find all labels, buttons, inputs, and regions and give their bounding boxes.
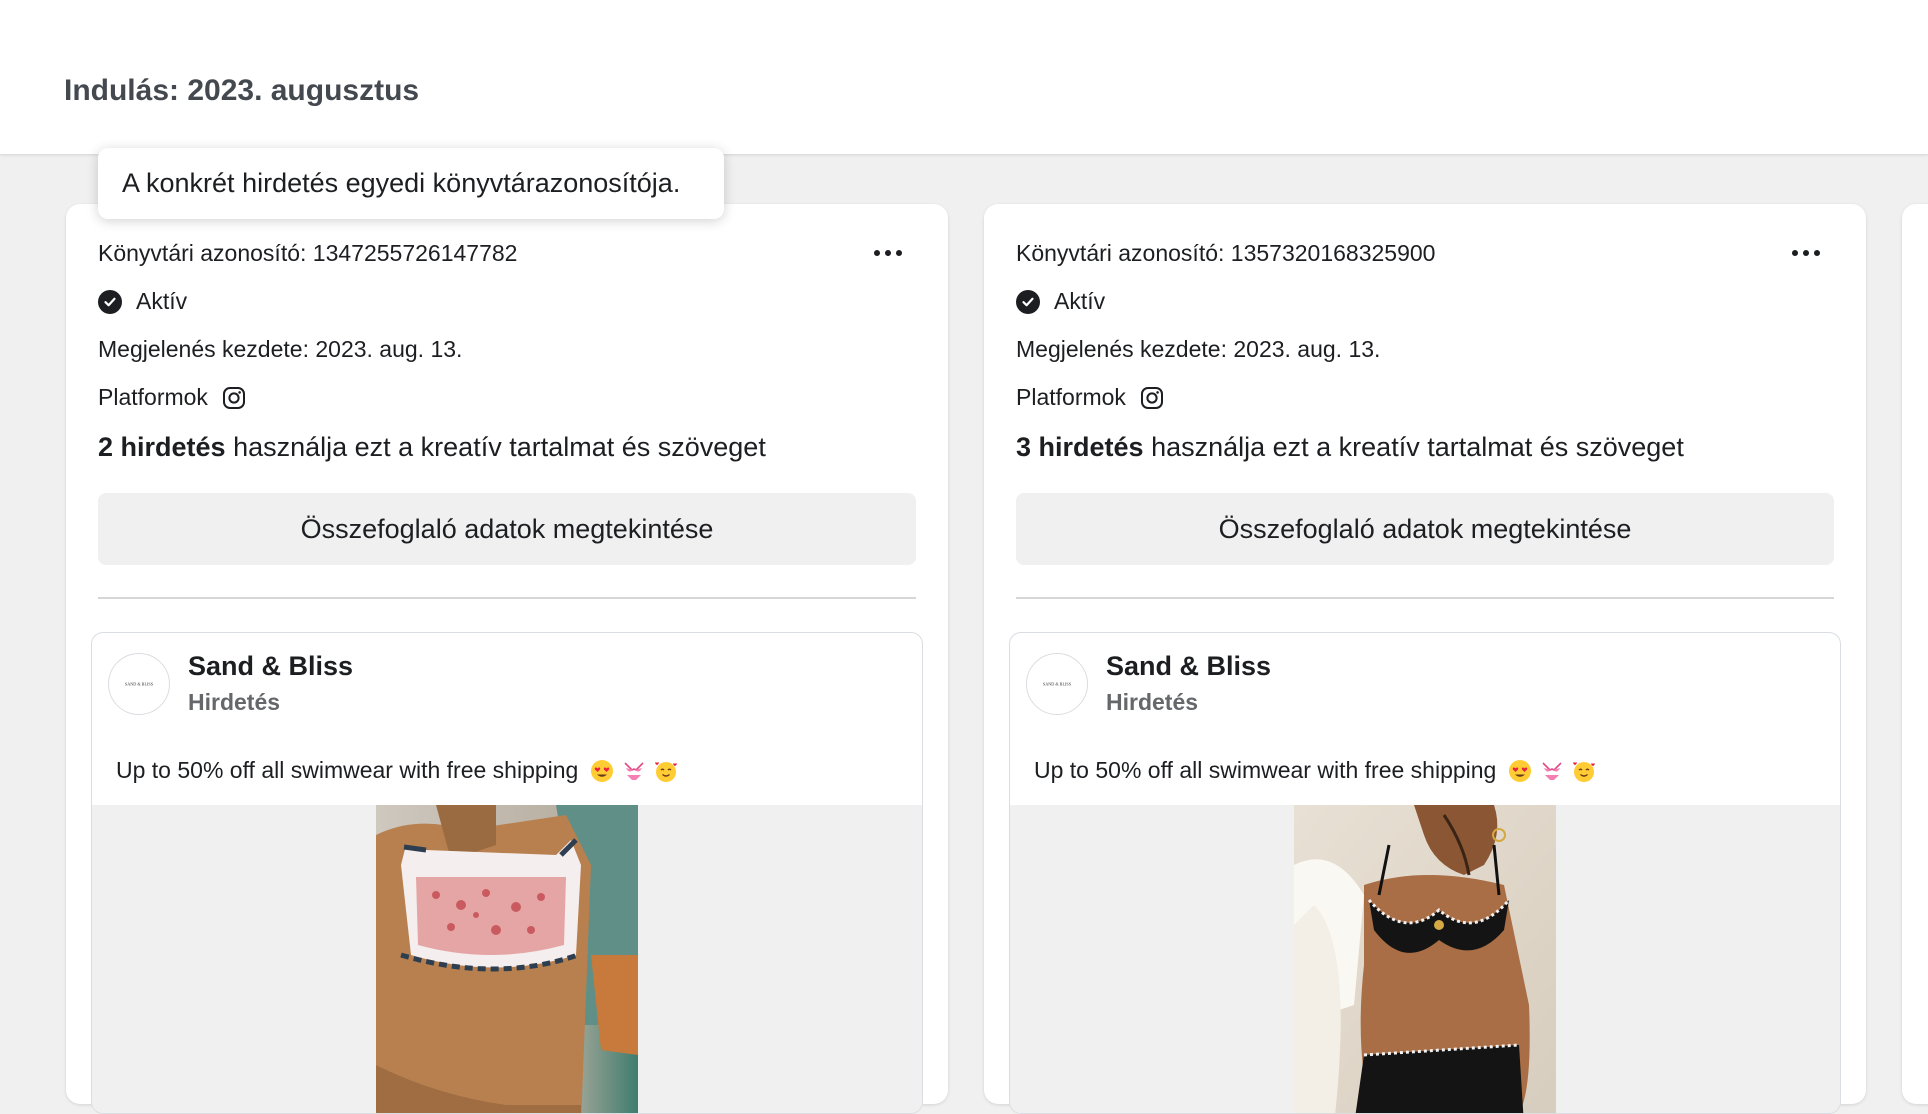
usage-rest: használja ezt a kreatív tartalmat és szö… — [225, 432, 766, 462]
tooltip-text: A konkrét hirdetés egyedi könyvtárazonos… — [122, 168, 681, 198]
more-options-icon[interactable] — [874, 250, 902, 256]
instagram-icon — [1140, 386, 1164, 410]
status-label: Aktív — [1054, 288, 1106, 314]
heart-eyes-emoji — [591, 759, 614, 782]
ad-preview: SAND & BLISS Sand & Bliss Hirdetés Up to… — [91, 632, 923, 1114]
platforms-label: Platformok — [1016, 384, 1126, 410]
creative-usage-text: 3 hirdetés használja ezt a kreatív tarta… — [1016, 432, 1684, 463]
advertiser-avatar[interactable]: SAND & BLISS — [108, 653, 170, 715]
library-id: Könyvtári azonosító: 1357320168325900 — [1016, 240, 1436, 266]
logo-text: SAND & BLISS — [1043, 682, 1072, 687]
ad-card: Könyvtári azonosító: 1347255726147782 Ak… — [66, 204, 948, 1114]
sponsored-label: Hirdetés — [188, 689, 281, 715]
platforms-label: Platformok — [98, 384, 208, 410]
ad-media[interactable] — [1010, 805, 1840, 1113]
advertiser-avatar[interactable]: SAND & BLISS — [1026, 653, 1088, 715]
ad-card-partial — [1902, 204, 1928, 1104]
advertiser-name[interactable]: Sand & Bliss — [1106, 651, 1271, 682]
platforms-row: Platformok — [98, 384, 246, 411]
ad-text: Up to 50% off all swimwear with free shi… — [116, 757, 579, 783]
more-options-icon[interactable] — [1792, 250, 1820, 256]
usage-count: 2 hirdetés — [98, 432, 226, 462]
advertiser-logo: SAND & BLISS — [125, 682, 154, 687]
check-circle-icon — [1016, 289, 1040, 314]
instagram-icon — [222, 386, 246, 410]
usage-rest: használja ezt a kreatív tartalmat és szö… — [1143, 432, 1684, 462]
heart-eyes-emoji — [1509, 759, 1532, 782]
logo-text: SAND & BLISS — [125, 682, 154, 687]
page-title: Indulás: 2023. augusztus — [64, 74, 420, 107]
smiling-hearts-emoji — [655, 761, 678, 782]
top-bar: Indulás: 2023. augusztus — [0, 0, 1928, 154]
divider — [98, 597, 916, 599]
bikini-emoji — [624, 761, 644, 780]
ad-photo — [1294, 805, 1556, 1113]
check-circle-icon — [98, 289, 122, 314]
ad-card: Könyvtári azonosító: 1357320168325900 Ak… — [984, 204, 1866, 1114]
view-summary-button[interactable]: Összefoglaló adatok megtekintése — [1016, 493, 1834, 565]
ad-text: Up to 50% off all swimwear with free shi… — [1034, 757, 1497, 783]
library-id: Könyvtári azonosító: 1347255726147782 — [98, 240, 518, 266]
platforms-row: Platformok — [1016, 384, 1164, 411]
library-id-tooltip: A konkrét hirdetés egyedi könyvtárazonos… — [98, 148, 724, 219]
start-date: Megjelenés kezdete: 2023. aug. 13. — [98, 336, 463, 362]
usage-count: 3 hirdetés — [1016, 432, 1144, 462]
ad-media[interactable] — [92, 805, 922, 1113]
bikini-emoji — [1542, 761, 1562, 780]
ad-body-text: Up to 50% off all swimwear with free shi… — [1034, 757, 1596, 784]
status-row: Aktív — [98, 288, 187, 315]
ad-photo — [376, 805, 638, 1113]
view-summary-button[interactable]: Összefoglaló adatok megtekintése — [98, 493, 916, 565]
status-row: Aktív — [1016, 288, 1105, 315]
sponsored-label: Hirdetés — [1106, 689, 1199, 715]
advertiser-logo: SAND & BLISS — [1043, 682, 1072, 687]
divider — [1016, 597, 1834, 599]
ad-preview: SAND & BLISS Sand & Bliss Hirdetés Up to… — [1009, 632, 1841, 1114]
smiling-hearts-emoji — [1573, 761, 1596, 782]
ad-body-text: Up to 50% off all swimwear with free shi… — [116, 757, 678, 784]
start-date: Megjelenés kezdete: 2023. aug. 13. — [1016, 336, 1381, 362]
status-label: Aktív — [136, 288, 188, 314]
advertiser-name[interactable]: Sand & Bliss — [188, 651, 353, 682]
creative-usage-text: 2 hirdetés használja ezt a kreatív tarta… — [98, 432, 766, 463]
